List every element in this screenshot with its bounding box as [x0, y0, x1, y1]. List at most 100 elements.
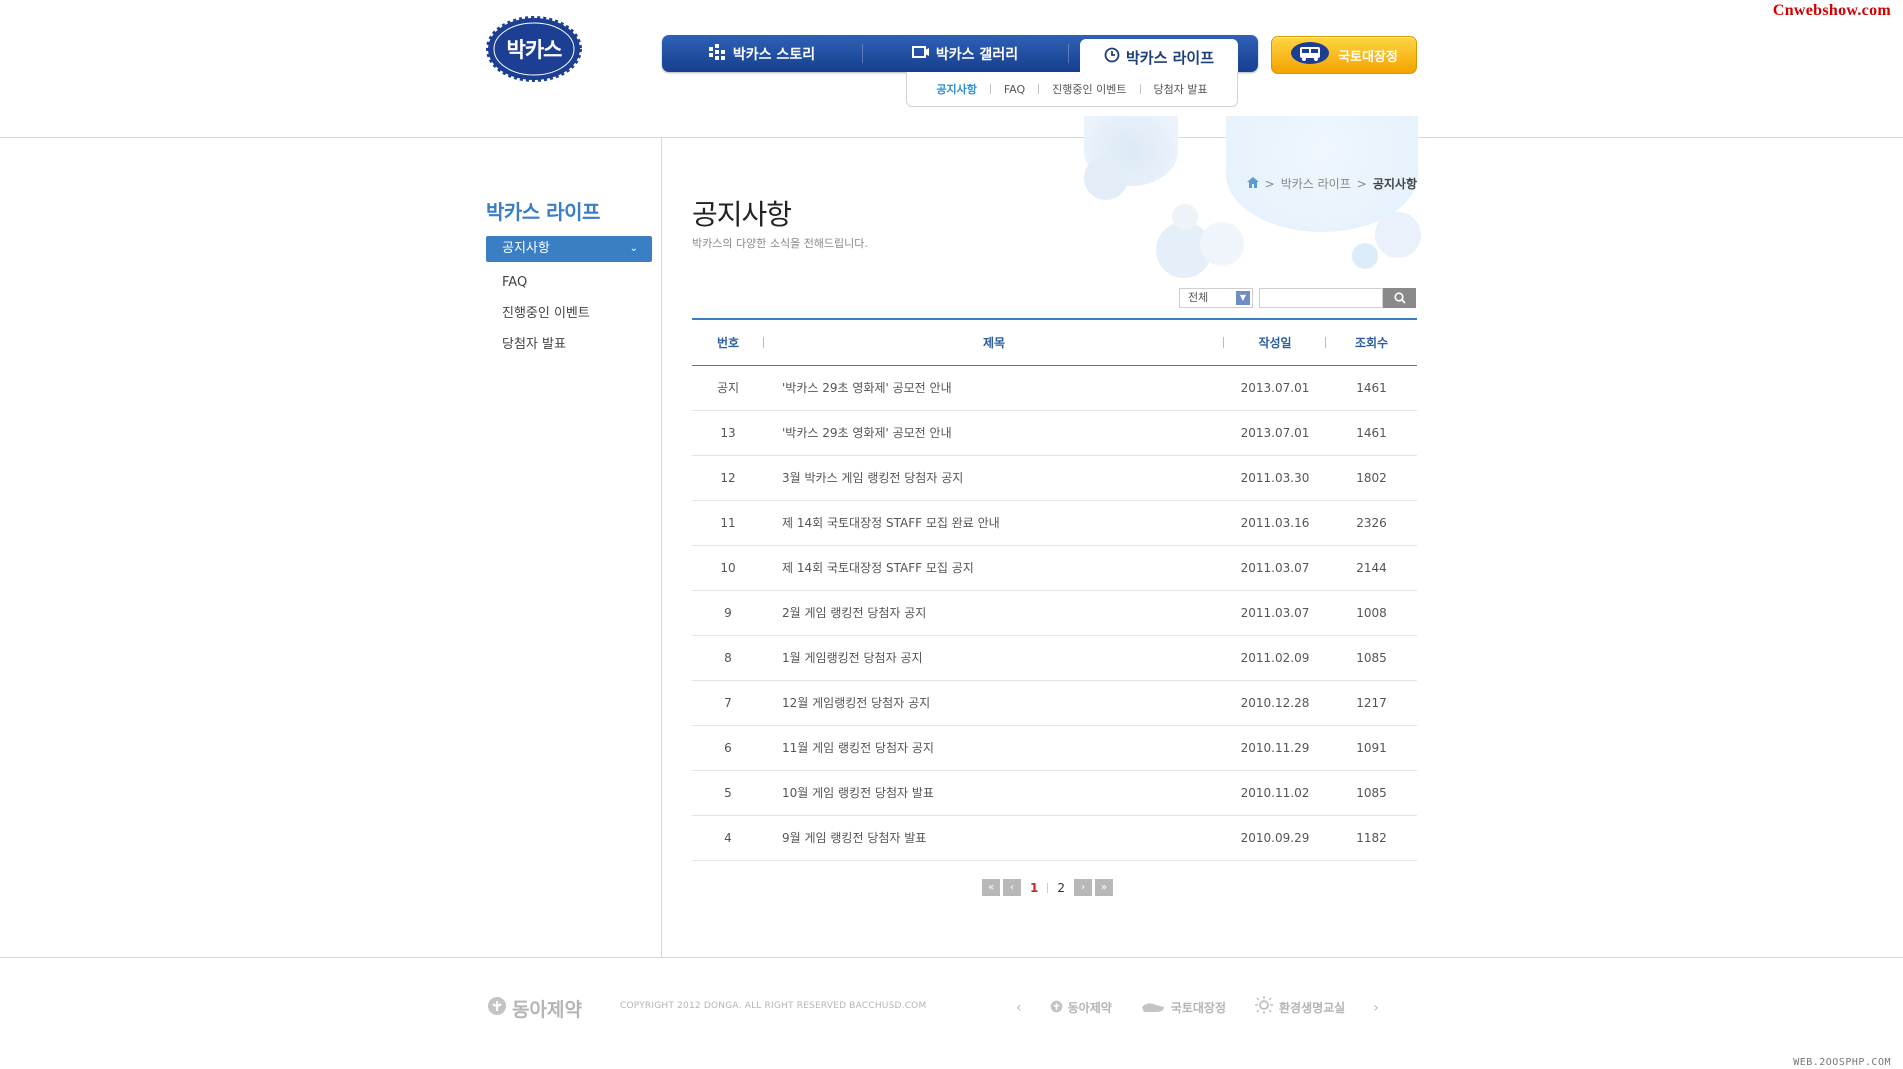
- table-row[interactable]: 9 2월 게임 랭킹전 당첨자 공지 2011.03.07 1008: [692, 590, 1417, 636]
- table-row[interactable]: 4 9월 게임 랭킹전 당첨자 발표 2010.09.29 1182: [692, 815, 1417, 861]
- decor-bubble: [1172, 204, 1198, 230]
- chevron-down-icon: ⌄: [629, 243, 638, 254]
- footer-links: ‹ 동아제약 국토대장정 환경생명교실 ›: [1016, 996, 1379, 1019]
- footer-link-march[interactable]: 국토대장정: [1140, 999, 1226, 1016]
- row-number: 10: [692, 545, 764, 591]
- row-date: 2010.11.02: [1224, 770, 1326, 816]
- row-date: 2013.07.01: [1224, 365, 1326, 411]
- footer-link-donga[interactable]: 동아제약: [1050, 999, 1112, 1016]
- footer-link-label: 환경생명교실: [1278, 1001, 1346, 1015]
- subnav-events[interactable]: 진행중인 이벤트: [1039, 81, 1139, 97]
- row-number: 8: [692, 635, 764, 681]
- film-icon: [911, 45, 930, 63]
- page-divider: [1047, 882, 1049, 893]
- breadcrumb-item[interactable]: 박카스 라이프: [1281, 175, 1351, 192]
- national-march-button[interactable]: 국토대장정: [1271, 36, 1417, 74]
- row-views: 1217: [1326, 680, 1417, 726]
- breadcrumb-separator: >: [1264, 176, 1275, 191]
- table-row[interactable]: 13 '박카스 29초 영화제' 공모전 안내 2013.07.01 1461: [692, 410, 1417, 456]
- table-row[interactable]: 8 1월 게임랭킹전 당첨자 공지 2011.02.09 1085: [692, 635, 1417, 681]
- page-number[interactable]: 2: [1051, 881, 1071, 895]
- page-description: 박카스의 다양한 소식을 전해드립니다.: [692, 237, 868, 250]
- nav-item-gallery[interactable]: 박카스 갤러리: [862, 35, 1068, 72]
- header: 박카스 박카스 스토리 박카스 갤러리 박카스 라이프 공지사항 FAQ 진행중…: [0, 0, 1903, 138]
- table-row[interactable]: 10 제 14회 국토대장정 STAFF 모집 공지 2011.03.07 2144: [692, 545, 1417, 591]
- row-date: 2010.09.29: [1224, 815, 1326, 861]
- row-title-link[interactable]: 제 14회 국토대장정 STAFF 모집 공지: [764, 545, 1224, 591]
- column-header-views: 조회수: [1326, 318, 1417, 366]
- logo[interactable]: 박카스: [486, 16, 582, 82]
- column-header-number: 번호: [692, 318, 764, 366]
- sidebar-item-events[interactable]: 진행중인 이벤트: [486, 298, 652, 329]
- footer-link-environment[interactable]: 환경생명교실: [1254, 996, 1345, 1019]
- table-row[interactable]: 6 11월 게임 랭킹전 당첨자 공지 2010.11.29 1091: [692, 725, 1417, 771]
- subnav-notice[interactable]: 공지사항: [923, 81, 989, 97]
- row-title-link[interactable]: 제 14회 국토대장정 STAFF 모집 완료 안내: [764, 500, 1224, 546]
- chevron-left-icon[interactable]: ‹: [1016, 1000, 1022, 1016]
- search-input[interactable]: [1259, 288, 1383, 308]
- table-row[interactable]: 5 10월 게임 랭킹전 당첨자 발표 2010.11.02 1085: [692, 770, 1417, 816]
- search-button[interactable]: [1383, 288, 1416, 308]
- nav-item-label: 박카스 라이프: [1125, 48, 1215, 67]
- sidebar-item-faq[interactable]: FAQ: [486, 267, 652, 298]
- chevron-right-icon[interactable]: ›: [1373, 1000, 1379, 1016]
- table-header-row: 번호 제목 작성일 조회수: [692, 318, 1417, 366]
- row-title-link[interactable]: '박카스 29초 영화제' 공모전 안내: [764, 410, 1224, 456]
- row-title-link[interactable]: 2월 게임 랭킹전 당첨자 공지: [764, 590, 1224, 636]
- subnav-faq[interactable]: FAQ: [991, 83, 1038, 96]
- table-row[interactable]: 7 12월 게임랭킹전 당첨자 공지 2010.12.28 1217: [692, 680, 1417, 726]
- sidebar-item-label: 공지사항: [502, 241, 550, 256]
- nav-item-label: 박카스 갤러리: [935, 46, 1019, 63]
- first-page-button[interactable]: «: [982, 879, 1000, 896]
- page-title: 공지사항: [692, 198, 792, 231]
- footer-divider: [0, 957, 1903, 958]
- row-views: 1085: [1326, 635, 1417, 681]
- footer-logo: 동아제약: [487, 995, 582, 1022]
- row-number: 12: [692, 455, 764, 501]
- search-scope-value: 전체: [1188, 291, 1209, 304]
- home-icon[interactable]: [1246, 176, 1259, 191]
- subnav-winners[interactable]: 당첨자 발표: [1141, 81, 1221, 97]
- logo-text: 박카스: [506, 38, 563, 62]
- nav-item-story[interactable]: 박카스 스토리: [662, 35, 862, 72]
- breadcrumb-current: 공지사항: [1372, 177, 1417, 191]
- next-page-button[interactable]: ›: [1074, 879, 1092, 896]
- row-views: 1085: [1326, 770, 1417, 816]
- nav-item-life[interactable]: 박카스 라이프: [1080, 39, 1238, 75]
- row-title-link[interactable]: 11월 게임 랭킹전 당첨자 공지: [764, 725, 1224, 771]
- footer-link-label: 동아제약: [1067, 1001, 1112, 1015]
- chevron-down-icon: ▼: [1236, 291, 1250, 305]
- search-icon: [1393, 289, 1406, 308]
- row-title-link[interactable]: 9월 게임 랭킹전 당첨자 발표: [764, 815, 1224, 861]
- decor-bubble: [1200, 222, 1244, 266]
- row-number: 13: [692, 410, 764, 456]
- table-row[interactable]: 11 제 14회 국토대장정 STAFF 모집 완료 안내 2011.03.16 23…: [692, 500, 1417, 546]
- page-number-current[interactable]: 1: [1024, 881, 1044, 895]
- search-scope-select[interactable]: 전체 ▼: [1179, 288, 1253, 308]
- sidebar-item-winners[interactable]: 당첨자 발표: [486, 329, 652, 360]
- row-title-link[interactable]: 1월 게임랭킹전 당첨자 공지: [764, 635, 1224, 681]
- leaf-icon: [1050, 1000, 1063, 1016]
- row-title-link[interactable]: 10월 게임 랭킹전 당첨자 발표: [764, 770, 1224, 816]
- table-row[interactable]: 공지 '박카스 29초 영화제' 공모전 안내 2013.07.01 1461: [692, 365, 1417, 411]
- breadcrumb: > 박카스 라이프 > 공지사항: [1246, 175, 1417, 192]
- row-title-link[interactable]: '박카스 29초 영화제' 공모전 안내: [764, 365, 1224, 411]
- last-page-button[interactable]: »: [1095, 879, 1113, 896]
- row-number: 9: [692, 590, 764, 636]
- column-header-title: 제목: [764, 318, 1224, 366]
- table-row[interactable]: 12 3월 박카스 게임 랭킹전 당첨자 공지 2011.03.30 1802: [692, 455, 1417, 501]
- footer-logo-text: 동아제약: [512, 999, 582, 1021]
- prev-page-button[interactable]: ‹: [1003, 879, 1021, 896]
- row-date: 2011.03.07: [1224, 545, 1326, 591]
- row-date: 2011.03.16: [1224, 500, 1326, 546]
- row-views: 1008: [1326, 590, 1417, 636]
- row-views: 1461: [1326, 410, 1417, 456]
- sun-icon: [1254, 996, 1274, 1019]
- sidebar-item-notice[interactable]: 공지사항 ⌄: [486, 236, 652, 262]
- row-number: 4: [692, 815, 764, 861]
- main-nav: 박카스 스토리 박카스 갤러리 박카스 라이프: [662, 35, 1258, 75]
- row-title-link[interactable]: 3월 박카스 게임 랭킹전 당첨자 공지: [764, 455, 1224, 501]
- row-views: 2144: [1326, 545, 1417, 591]
- row-title-link[interactable]: 12월 게임랭킹전 당첨자 공지: [764, 680, 1224, 726]
- sidebar-menu: 공지사항 ⌄ FAQ 진행중인 이벤트 당첨자 발표: [486, 236, 652, 360]
